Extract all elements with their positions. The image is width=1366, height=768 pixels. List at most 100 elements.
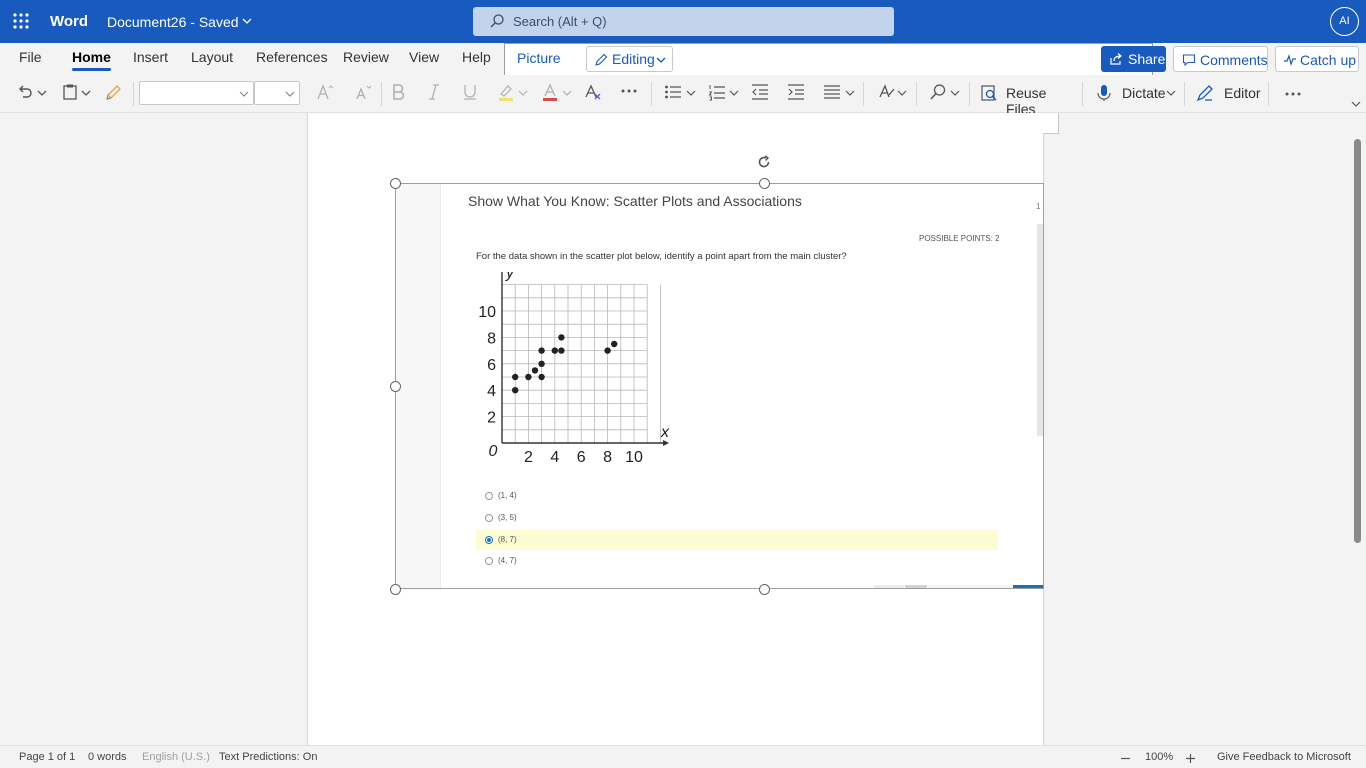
word-count[interactable]: 0 words — [88, 751, 127, 763]
y-tick-label: 4 — [487, 383, 496, 400]
resize-handle-bottom-left[interactable] — [390, 584, 401, 595]
more-icon[interactable] — [620, 87, 638, 95]
radio-button[interactable] — [485, 492, 493, 500]
scrollbar-thumb[interactable] — [1354, 139, 1361, 543]
comment-icon — [1182, 54, 1196, 67]
option-label: (4, 7) — [498, 556, 517, 565]
catch-up-label: Catch up — [1300, 52, 1357, 68]
radio-button-selected[interactable] — [485, 536, 493, 544]
doc-title-text: Document26 — [107, 14, 187, 30]
answer-option[interactable]: (1, 4) — [476, 486, 998, 506]
chevron-down-icon[interactable] — [950, 89, 960, 97]
italic-icon[interactable] — [425, 83, 443, 101]
bullets-icon[interactable] — [664, 83, 682, 101]
chevron-down-icon[interactable] — [686, 89, 696, 97]
font-size-select[interactable] — [254, 81, 300, 105]
radio-button[interactable] — [485, 514, 493, 522]
pencil-icon — [595, 53, 608, 66]
tab-file[interactable]: File — [19, 49, 42, 65]
app-launcher-icon[interactable] — [12, 12, 30, 30]
highlight-icon[interactable] — [497, 83, 515, 101]
tab-references[interactable]: References — [256, 49, 328, 65]
align-icon[interactable] — [823, 83, 841, 101]
tab-layout[interactable]: Layout — [191, 49, 233, 65]
chevron-down-icon[interactable] — [518, 89, 528, 97]
zoom-level[interactable]: 100% — [1145, 751, 1173, 763]
editor-pen-icon — [1196, 85, 1213, 102]
chevron-down-icon[interactable] — [845, 89, 855, 97]
x-tick-label: 8 — [603, 449, 612, 466]
clear-formatting-icon[interactable] — [584, 83, 602, 101]
language-indicator[interactable]: English (U.S.) — [142, 751, 210, 763]
page-count[interactable]: Page 1 of 1 — [19, 751, 75, 763]
editing-mode-dropdown[interactable]: Editing — [586, 46, 673, 72]
tab-home[interactable]: Home — [72, 49, 111, 71]
search-box[interactable]: Search (Alt + Q) — [473, 7, 894, 36]
chevron-down-icon[interactable] — [729, 89, 739, 97]
chevron-down-icon[interactable] — [81, 89, 91, 97]
data-point — [558, 347, 565, 354]
shrink-font-icon[interactable] — [354, 83, 372, 101]
possible-points: POSSIBLE POINTS: 2 — [919, 234, 1000, 243]
question-page-marker: 1 — [1036, 202, 1041, 211]
increase-indent-icon[interactable] — [787, 83, 805, 101]
underline-icon[interactable] — [461, 83, 479, 101]
undo-icon[interactable] — [16, 83, 34, 101]
zoom-out-icon[interactable] — [1120, 753, 1131, 764]
plot-grid — [502, 284, 661, 443]
tab-insert[interactable]: Insert — [133, 49, 168, 65]
resize-handle-left[interactable] — [390, 381, 401, 392]
answer-option-selected[interactable]: (8, 7) — [476, 530, 998, 550]
more-icon[interactable] — [1284, 90, 1302, 98]
scatter-plot: 2 4 6 8 102468100xy — [478, 272, 670, 466]
option-label: (3, 5) — [498, 513, 517, 522]
tab-help[interactable]: Help — [462, 49, 491, 65]
document-title[interactable]: Document26 - Saved — [107, 14, 239, 30]
question-text: For the data shown in the scatter plot b… — [476, 251, 847, 262]
status-bar: Page 1 of 1 0 words English (U.S.) Text … — [0, 745, 1366, 768]
tab-view[interactable]: View — [409, 49, 439, 65]
inserted-picture[interactable]: Show What You Know: Scatter Plots and As… — [395, 183, 1044, 589]
catch-up-button[interactable]: Catch up — [1275, 46, 1359, 72]
answer-option[interactable]: (4, 7) — [476, 551, 998, 571]
resize-handle-top[interactable] — [759, 178, 770, 189]
chevron-down-icon[interactable] — [37, 89, 47, 97]
styles-icon[interactable] — [877, 83, 895, 101]
chevron-down-icon[interactable] — [897, 89, 907, 97]
reuse-files-button[interactable]: Reuse Files — [978, 75, 1070, 117]
divider — [1268, 82, 1269, 106]
dictate-button[interactable]: Dictate — [1094, 75, 1178, 113]
tab-review[interactable]: Review — [343, 49, 389, 65]
font-color-icon[interactable] — [541, 83, 559, 101]
editor-button[interactable]: Editor — [1194, 75, 1264, 113]
radio-button[interactable] — [485, 557, 493, 565]
decrease-indent-icon[interactable] — [751, 83, 769, 101]
feedback-link[interactable]: Give Feedback to Microsoft — [1217, 751, 1351, 763]
divider — [863, 82, 864, 106]
find-icon[interactable] — [929, 83, 947, 101]
data-point — [558, 334, 565, 341]
data-point — [538, 360, 545, 367]
chevron-down-icon[interactable] — [562, 89, 572, 97]
resize-handle-bottom[interactable] — [759, 584, 770, 595]
share-button[interactable]: Share — [1101, 46, 1166, 72]
data-point — [538, 347, 545, 354]
chevron-down-icon[interactable] — [241, 15, 253, 27]
font-family-select[interactable] — [139, 81, 254, 105]
app-name[interactable]: Word — [50, 13, 88, 30]
chevron-down-icon[interactable] — [1351, 100, 1361, 108]
rotate-handle-icon[interactable] — [757, 155, 771, 169]
avatar[interactable]: AI — [1330, 7, 1359, 36]
format-painter-icon[interactable] — [105, 83, 123, 101]
answer-option[interactable]: (3, 5) — [476, 508, 998, 528]
numbering-icon[interactable] — [708, 83, 726, 101]
clipboard-icon[interactable] — [61, 83, 79, 101]
resize-handle-top-left[interactable] — [390, 178, 401, 189]
bold-icon[interactable] — [389, 83, 407, 101]
progress-segment — [928, 585, 1012, 588]
dictate-label: Dictate — [1122, 85, 1166, 101]
comments-button[interactable]: Comments — [1173, 46, 1268, 72]
zoom-in-icon[interactable] — [1185, 753, 1196, 764]
grow-font-icon[interactable] — [316, 83, 334, 101]
text-predictions-status[interactable]: Text Predictions: On — [219, 751, 317, 763]
